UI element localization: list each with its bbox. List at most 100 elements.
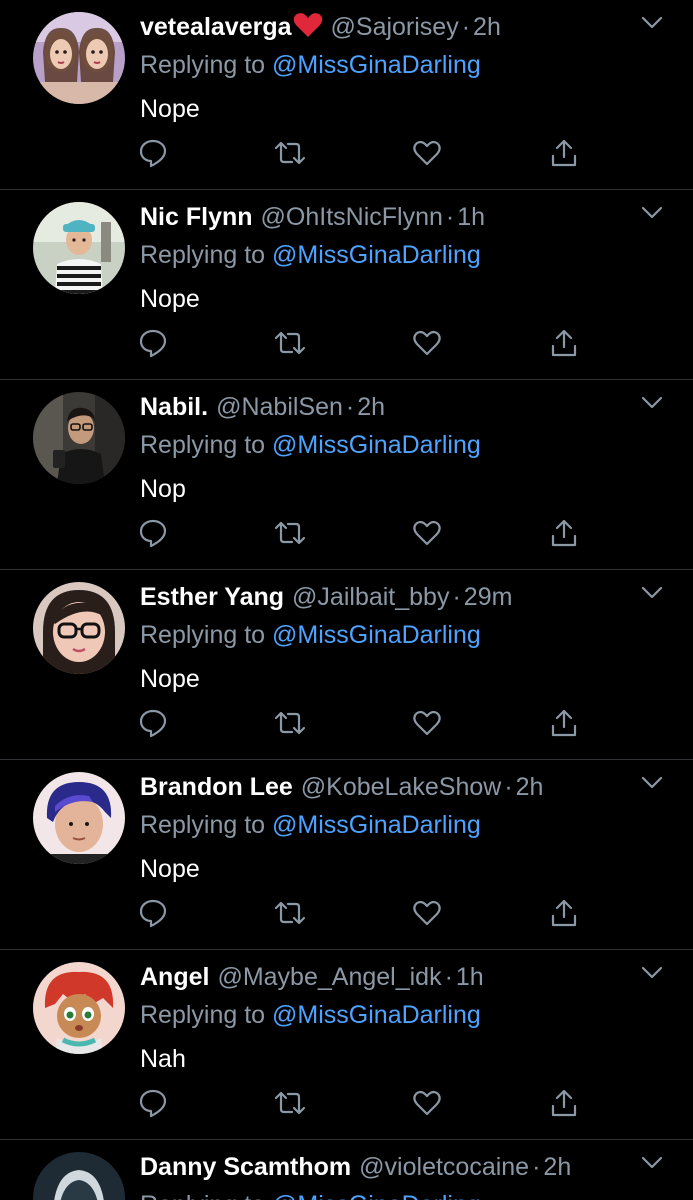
timestamp[interactable]: 1h xyxy=(457,203,485,231)
retweet-icon xyxy=(274,711,306,735)
avatar[interactable] xyxy=(33,582,125,674)
retweet-button[interactable] xyxy=(273,896,307,930)
share-icon xyxy=(551,519,577,547)
avatar[interactable] xyxy=(33,962,125,1054)
more-options-chevron-down-icon[interactable] xyxy=(641,586,663,600)
like-icon xyxy=(413,140,441,166)
more-options-chevron-down-icon[interactable] xyxy=(641,16,663,30)
tweet-header: Brandon Lee @KobeLakeShow · 2h xyxy=(140,770,630,804)
share-button[interactable] xyxy=(547,136,581,170)
reply-button[interactable] xyxy=(136,706,170,740)
tweet[interactable]: Esther Yang @Jailbait_bby · 29m Replying to… xyxy=(0,570,693,760)
retweet-icon xyxy=(274,901,306,925)
more-options-chevron-down-icon[interactable] xyxy=(641,206,663,220)
replying-to-link[interactable]: @MissGinaDarling xyxy=(272,1001,481,1029)
replying-to-label: Replying to xyxy=(140,431,266,459)
reply-icon xyxy=(139,1089,167,1118)
like-icon xyxy=(413,1090,441,1116)
user-handle[interactable]: @Sajorisey xyxy=(331,13,459,41)
retweet-icon xyxy=(274,141,306,165)
replying-to-link[interactable]: @MissGinaDarling xyxy=(272,621,481,649)
like-button[interactable] xyxy=(410,136,444,170)
share-button[interactable] xyxy=(547,516,581,550)
replying-to-label: Replying to xyxy=(140,1191,265,1200)
separator-dot: · xyxy=(452,583,461,611)
user-handle[interactable]: @NabilSen xyxy=(216,393,343,421)
display-name[interactable]: Esther Yang xyxy=(140,583,284,611)
retweet-button[interactable] xyxy=(273,1086,307,1120)
retweet-button[interactable] xyxy=(273,516,307,550)
timestamp[interactable]: 2h xyxy=(516,773,544,801)
tweet-header: Esther Yang @Jailbait_bby · 29m xyxy=(140,580,630,614)
retweet-button[interactable] xyxy=(273,706,307,740)
avatar-anime-character-icon xyxy=(33,962,125,1054)
more-options-chevron-down-icon[interactable] xyxy=(641,396,663,410)
replying-to-link[interactable]: @MissGinaDarling xyxy=(272,1191,481,1200)
avatar-woman-glasses-photo-icon xyxy=(33,582,125,674)
timestamp[interactable]: 2h xyxy=(473,13,501,41)
more-options-chevron-down-icon[interactable] xyxy=(641,776,663,790)
display-name[interactable]: Danny Scamthom xyxy=(140,1153,351,1181)
reply-icon xyxy=(139,519,167,548)
tweet[interactable]: Danny Scamthom @violetcocaine·2h Replying… xyxy=(0,1140,693,1200)
like-button[interactable] xyxy=(410,326,444,360)
tweet-header: vetealaverga @Sajorisey · 2h xyxy=(140,10,630,44)
tweet[interactable]: Angel @Maybe_Angel_idk · 1h Replying to @Mi… xyxy=(0,950,693,1140)
display-name[interactable]: Nic Flynn xyxy=(140,203,253,231)
avatar[interactable] xyxy=(33,772,125,864)
more-options-chevron-down-icon[interactable] xyxy=(641,966,663,980)
replying-to-label: Replying to xyxy=(140,811,266,839)
avatar[interactable] xyxy=(33,12,125,104)
user-handle[interactable]: @Maybe_Angel_idk xyxy=(217,963,441,991)
like-button[interactable] xyxy=(410,706,444,740)
retweet-button[interactable] xyxy=(273,136,307,170)
reply-button[interactable] xyxy=(136,136,170,170)
share-icon xyxy=(551,139,577,167)
user-handle[interactable]: @Jailbait_bby xyxy=(292,583,449,611)
timestamp[interactable]: 1h xyxy=(456,963,484,991)
timestamp[interactable]: 2h xyxy=(357,393,385,421)
reply-icon xyxy=(139,899,167,928)
replying-to-link[interactable]: @MissGinaDarling xyxy=(272,431,481,459)
like-button[interactable] xyxy=(410,1086,444,1120)
user-handle[interactable]: @OhItsNicFlynn xyxy=(261,203,443,231)
timestamp[interactable]: 29m xyxy=(464,583,513,611)
timestamp[interactable]: 2h xyxy=(543,1153,571,1181)
display-name[interactable]: Nabil. xyxy=(140,393,208,421)
user-handle[interactable]: @KobeLakeShow xyxy=(301,773,502,801)
reply-button[interactable] xyxy=(136,896,170,930)
like-button[interactable] xyxy=(410,516,444,550)
replying-to-link[interactable]: @MissGinaDarling xyxy=(272,811,481,839)
reply-icon xyxy=(139,329,167,358)
share-button[interactable] xyxy=(547,706,581,740)
display-name[interactable]: Angel xyxy=(140,963,209,991)
avatar[interactable] xyxy=(33,202,125,294)
avatar[interactable] xyxy=(33,1152,125,1200)
reply-button[interactable] xyxy=(136,326,170,360)
separator-dot: · xyxy=(445,203,455,231)
tweet[interactable]: Nic Flynn @OhItsNicFlynn · 1h Replying to @… xyxy=(0,190,693,380)
display-name[interactable]: Brandon Lee xyxy=(140,773,293,801)
tweet[interactable]: vetealaverga @Sajorisey · 2h Replying to @M… xyxy=(0,0,693,190)
replying-to-link[interactable]: @MissGinaDarling xyxy=(272,241,481,269)
display-name[interactable]: vetealaverga xyxy=(140,13,292,41)
reply-button[interactable] xyxy=(136,516,170,550)
reply-icon xyxy=(139,139,167,168)
avatar[interactable] xyxy=(33,392,125,484)
tweet[interactable]: Brandon Lee @KobeLakeShow · 2h Replying to … xyxy=(0,760,693,950)
share-button[interactable] xyxy=(547,326,581,360)
tweet-text: Nah xyxy=(140,1045,186,1073)
user-handle[interactable]: @violetcocaine xyxy=(359,1153,529,1181)
reply-button[interactable] xyxy=(136,1086,170,1120)
avatar-man-blue-hair-photo-icon xyxy=(33,772,125,864)
more-options-chevron-down-icon[interactable] xyxy=(641,1156,663,1170)
tweet-text: Nope xyxy=(140,855,200,883)
share-icon xyxy=(551,899,577,927)
share-button[interactable] xyxy=(547,1086,581,1120)
like-button[interactable] xyxy=(410,896,444,930)
replying-to-link[interactable]: @MissGinaDarling xyxy=(272,51,481,79)
retweet-button[interactable] xyxy=(273,326,307,360)
share-button[interactable] xyxy=(547,896,581,930)
tweet[interactable]: Nabil. @NabilSen · 2h Replying to @MissGina… xyxy=(0,380,693,570)
replying-to-label: Replying to xyxy=(140,1001,266,1029)
